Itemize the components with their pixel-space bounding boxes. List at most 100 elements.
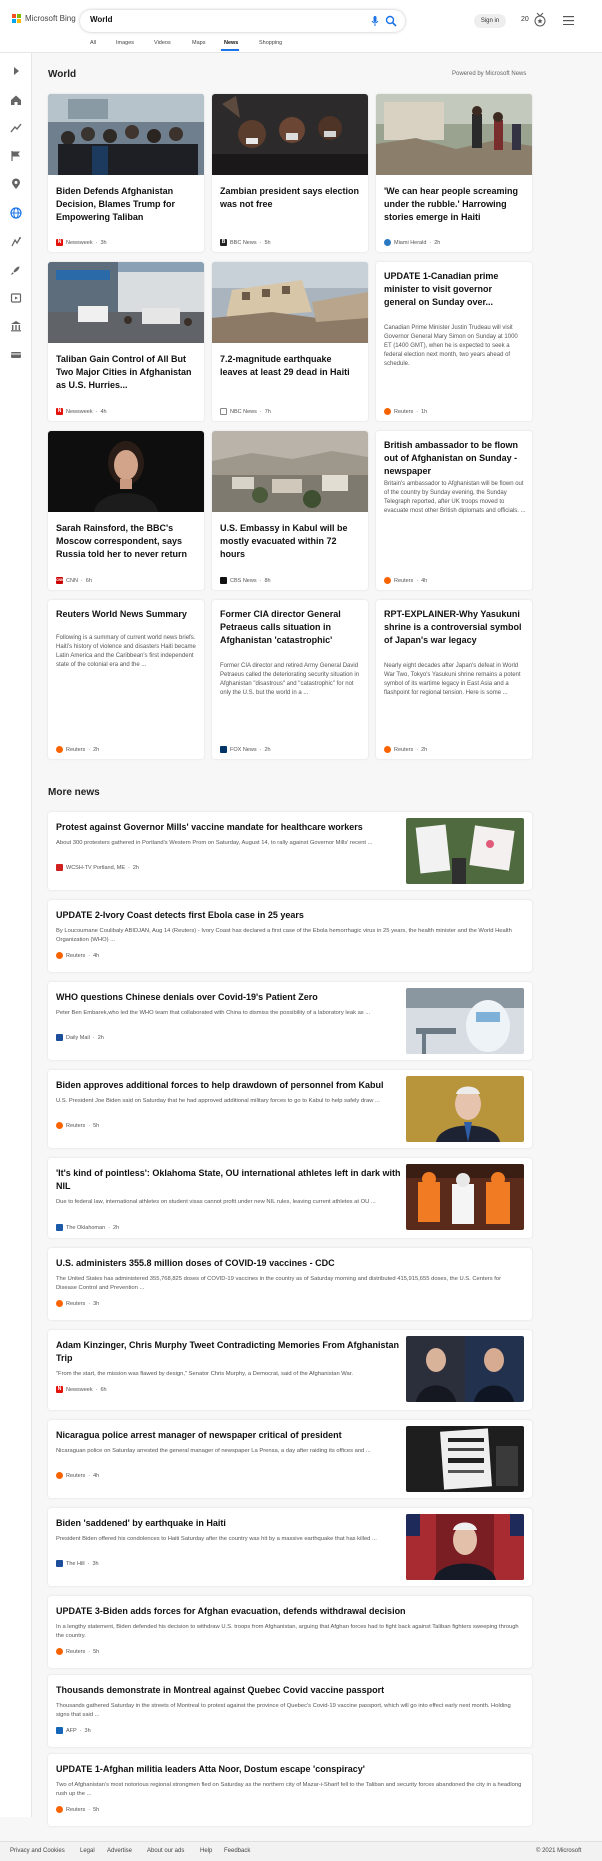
more-news-item[interactable]: Nicaragua police arrest manager of newsp…: [48, 1420, 532, 1498]
item-title[interactable]: Biden 'saddened' by earthquake in Haiti: [56, 1517, 396, 1530]
news-card[interactable]: RPT-EXPLAINER-Why Yasukuni shrine is a c…: [376, 600, 532, 759]
item-title[interactable]: UPDATE 1-Afghan militia leaders Atta Noo…: [56, 1763, 516, 1776]
flag-icon[interactable]: [9, 149, 23, 163]
card-title[interactable]: Former CIA director General Petraeus cal…: [220, 608, 360, 647]
item-title[interactable]: Nicaragua police arrest manager of newsp…: [56, 1429, 396, 1442]
card-source: B BBC News · 5h: [220, 239, 271, 246]
item-title[interactable]: WHO questions Chinese denials over Covid…: [56, 991, 396, 1004]
card-title[interactable]: Biden Defends Afghanistan Decision, Blam…: [56, 185, 196, 224]
oklahoman-logo-icon: [56, 1224, 63, 1231]
more-news-item[interactable]: U.S. administers 355.8 million doses of …: [48, 1248, 532, 1320]
tab-shopping[interactable]: Shopping: [259, 40, 282, 46]
card-title[interactable]: 7.2-magnitude earthquake leaves at least…: [220, 353, 360, 379]
news-card[interactable]: U.S. Embassy in Kabul will be mostly eva…: [212, 431, 368, 590]
bing-logo[interactable]: Microsoft Bing: [12, 14, 76, 23]
item-title[interactable]: Thousands demonstrate in Montreal agains…: [56, 1684, 516, 1697]
card-title[interactable]: Taliban Gain Control of All But Two Majo…: [56, 353, 196, 392]
tab-videos[interactable]: Videos: [154, 40, 171, 46]
fox-news-logo-icon: [220, 746, 227, 753]
more-news-item[interactable]: UPDATE 1-Afghan militia leaders Atta Noo…: [48, 1754, 532, 1826]
active-tab-indicator: [221, 49, 239, 51]
item-source: Reuters · 5h: [56, 1806, 99, 1813]
tab-maps[interactable]: Maps: [192, 40, 205, 46]
more-news-item[interactable]: UPDATE 3-Biden adds forces for Afghan ev…: [48, 1596, 532, 1668]
politics-building-icon[interactable]: [9, 319, 23, 333]
more-news-item[interactable]: 'It's kind of pointless': Oklahoma State…: [48, 1158, 532, 1238]
news-card[interactable]: Former CIA director General Petraeus cal…: [212, 600, 368, 759]
news-card[interactable]: Zambian president says election was not …: [212, 94, 368, 252]
item-title[interactable]: Biden approves additional forces to help…: [56, 1079, 396, 1092]
card-description: Former CIA director and retired Army Gen…: [220, 663, 360, 696]
home-icon[interactable]: [9, 93, 23, 107]
item-title[interactable]: UPDATE 3-Biden adds forces for Afghan ev…: [56, 1605, 516, 1618]
item-title[interactable]: 'It's kind of pointless': Oklahoma State…: [56, 1167, 402, 1193]
card-title[interactable]: RPT-EXPLAINER-Why Yasukuni shrine is a c…: [384, 608, 524, 647]
news-card[interactable]: Taliban Gain Control of All But Two Majo…: [48, 262, 204, 421]
rewards-points[interactable]: 20: [521, 16, 529, 23]
card-description: Following is a summary of current world …: [56, 635, 196, 668]
card-title[interactable]: Reuters World News Summary: [56, 608, 196, 621]
tab-images[interactable]: Images: [116, 40, 134, 46]
item-title[interactable]: Protest against Governor Mills' vaccine …: [56, 821, 396, 834]
more-news-item[interactable]: Thousands demonstrate in Montreal agains…: [48, 1675, 532, 1747]
more-news-item[interactable]: Adam Kinzinger, Chris Murphy Tweet Contr…: [48, 1330, 532, 1410]
newsweek-logo-icon: N: [56, 408, 63, 415]
search-input[interactable]: [90, 15, 340, 24]
item-title[interactable]: Adam Kinzinger, Chris Murphy Tweet Contr…: [56, 1339, 402, 1365]
card-title[interactable]: Sarah Rainsford, the BBC's Moscow corres…: [56, 522, 196, 561]
card-title[interactable]: U.S. Embassy in Kabul will be mostly eva…: [220, 522, 360, 561]
item-description: Nicaraguan police on Saturday arrested t…: [56, 1448, 371, 1454]
page-footer: Privacy and Cookies Legal Advertise Abou…: [0, 1841, 602, 1861]
footer-link-privacy[interactable]: Privacy and Cookies: [10, 1848, 65, 1854]
footer-link-advertise[interactable]: Advertise: [107, 1848, 132, 1854]
tab-all[interactable]: All: [90, 40, 96, 46]
item-title[interactable]: UPDATE 2-Ivory Coast detects first Ebola…: [56, 909, 516, 922]
news-card[interactable]: 'We can hear people screaming under the …: [376, 94, 532, 252]
money-icon[interactable]: [9, 348, 23, 362]
tab-news[interactable]: News: [224, 40, 238, 46]
thumbnail-biden-podium: [406, 1076, 524, 1142]
cnn-logo-icon: CNN: [56, 577, 64, 584]
more-news-item[interactable]: WHO questions Chinese denials over Covid…: [48, 982, 532, 1060]
news-card[interactable]: Biden Defends Afghanistan Decision, Blam…: [48, 94, 204, 252]
news-image-kabul-street: [48, 262, 204, 343]
nbc-logo-icon: [220, 408, 227, 415]
more-news-item[interactable]: Biden 'saddened' by earthquake in Haiti …: [48, 1508, 532, 1586]
location-pin-icon[interactable]: [9, 177, 23, 191]
powered-by-label: Powered by Microsoft News: [452, 71, 527, 77]
more-news-item[interactable]: Protest against Governor Mills' vaccine …: [48, 812, 532, 890]
news-card[interactable]: UPDATE 1-Canadian prime minister to visi…: [376, 262, 532, 421]
daily-mail-logo-icon: [56, 1034, 63, 1041]
reuters-logo-icon: [56, 1122, 63, 1129]
card-source: Reuters · 4h: [384, 577, 427, 584]
card-title[interactable]: 'We can hear people screaming under the …: [384, 185, 524, 224]
sign-in-button[interactable]: Sign in: [474, 14, 506, 28]
more-news-item[interactable]: UPDATE 2-Ivory Coast detects first Ebola…: [48, 900, 532, 972]
card-title[interactable]: British ambassador to be flown out of Af…: [384, 439, 524, 478]
section-title-world: World: [48, 69, 77, 80]
more-news-item[interactable]: Biden approves additional forces to help…: [48, 1070, 532, 1148]
news-card[interactable]: Reuters World News Summary Following is …: [48, 600, 204, 759]
search-box[interactable]: [80, 10, 405, 32]
news-card[interactable]: 7.2-magnitude earthquake leaves at least…: [212, 262, 368, 421]
footer-link-feedback[interactable]: Feedback: [224, 1848, 250, 1854]
science-rocket-icon[interactable]: [9, 263, 23, 277]
card-title[interactable]: UPDATE 1-Canadian prime minister to visi…: [384, 270, 524, 309]
footer-link-legal[interactable]: Legal: [80, 1848, 95, 1854]
entertainment-icon[interactable]: [9, 291, 23, 305]
search-icon[interactable]: [385, 15, 397, 27]
microphone-icon[interactable]: [369, 15, 381, 27]
item-source: Reuters · 5h: [56, 1122, 99, 1129]
expand-icon[interactable]: [9, 64, 23, 78]
globe-icon[interactable]: [9, 206, 23, 220]
footer-link-help[interactable]: Help: [200, 1848, 212, 1854]
footer-link-about-ads[interactable]: About our ads: [147, 1848, 184, 1854]
news-card[interactable]: British ambassador to be flown out of Af…: [376, 431, 532, 590]
trending-icon[interactable]: [9, 121, 23, 135]
item-title[interactable]: U.S. administers 355.8 million doses of …: [56, 1257, 516, 1270]
rewards-medal-icon[interactable]: [533, 12, 547, 28]
menu-icon[interactable]: [563, 16, 574, 25]
business-icon[interactable]: [9, 235, 23, 249]
news-card[interactable]: Sarah Rainsford, the BBC's Moscow corres…: [48, 431, 204, 590]
card-title[interactable]: Zambian president says election was not …: [220, 185, 360, 211]
